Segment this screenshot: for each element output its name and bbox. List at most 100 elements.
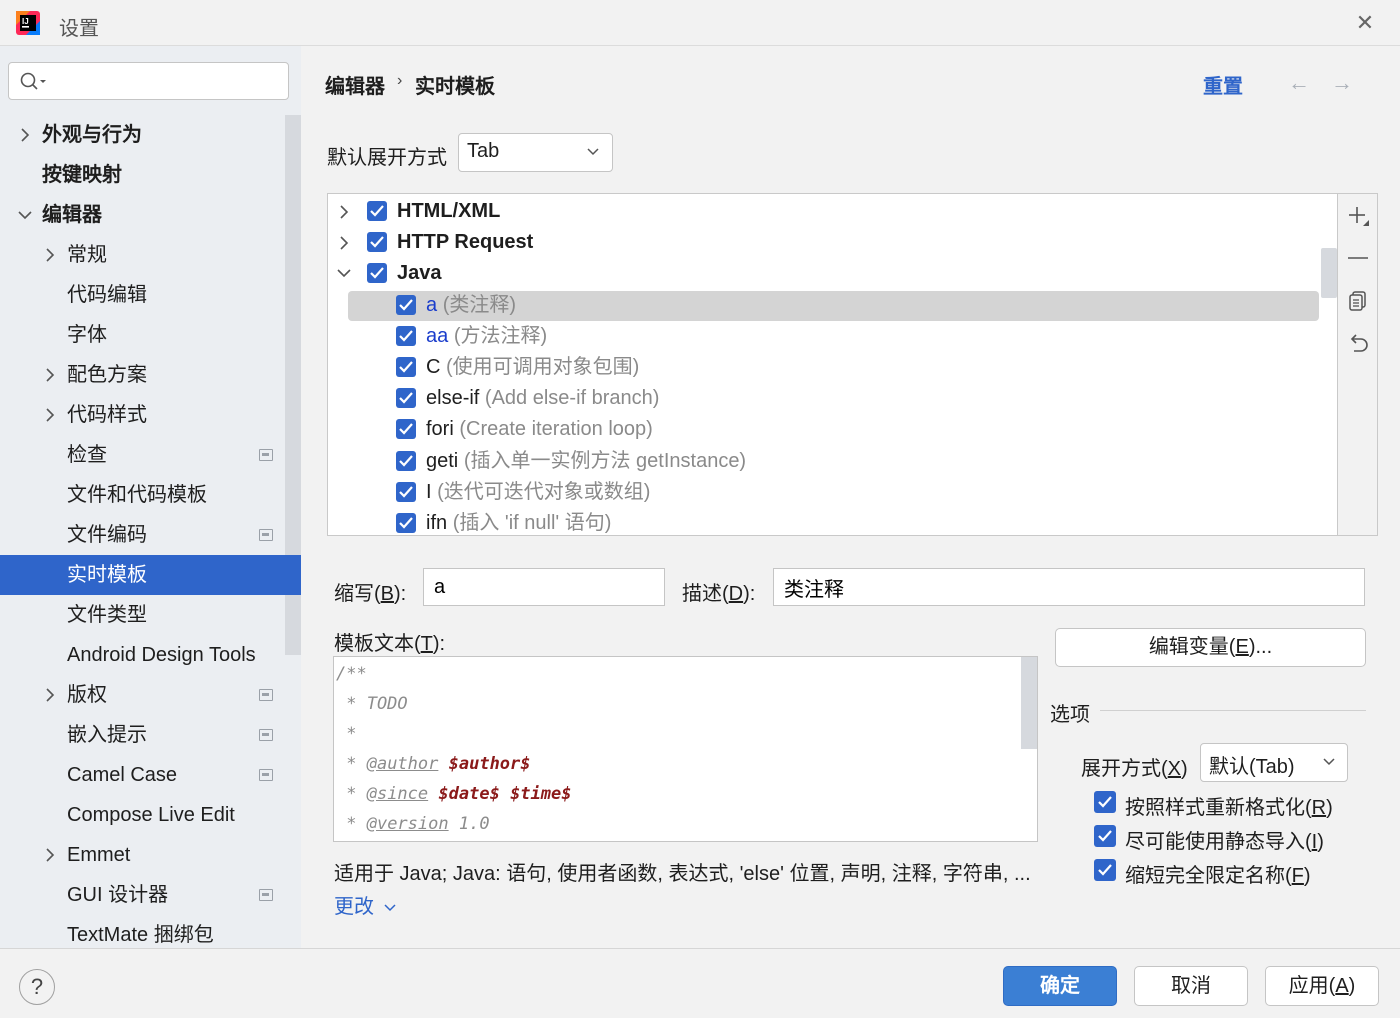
copy-icon[interactable] — [1346, 289, 1370, 313]
sidebar-item[interactable]: Android Design Tools — [0, 635, 301, 675]
chevron-right-icon[interactable] — [42, 355, 58, 395]
sidebar-item[interactable]: 版权 — [0, 675, 301, 715]
sidebar-item[interactable]: 代码样式 — [0, 395, 301, 435]
editor-line: /** — [336, 664, 367, 684]
chevron-right-icon[interactable] — [42, 675, 58, 715]
sidebar-item-label: GUI 设计器 — [67, 884, 169, 906]
template-row[interactable]: aa (方法注释) — [328, 321, 1337, 352]
dialog-footer: ? 确定 取消 应用(A) — [0, 948, 1400, 1018]
description-field[interactable] — [773, 568, 1365, 606]
template-checkbox[interactable] — [396, 513, 416, 533]
remove-icon[interactable] — [1346, 246, 1370, 270]
template-checkbox[interactable] — [367, 201, 387, 221]
forward-arrow-icon[interactable]: → — [1331, 70, 1353, 96]
window-title: 设置 — [59, 18, 99, 40]
edit-variables-button[interactable]: 编辑变量(E)... — [1055, 628, 1366, 667]
settings-search-input[interactable] — [51, 67, 281, 95]
template-row[interactable]: I (迭代可迭代对象或数组) — [328, 477, 1337, 508]
close-icon[interactable]: ✕ — [1352, 10, 1378, 36]
sidebar-item[interactable]: 配色方案 — [0, 355, 301, 395]
description-input[interactable] — [774, 569, 1364, 605]
editor-line: * @author $author$ — [336, 754, 531, 774]
template-name: a (类注释) — [426, 290, 516, 321]
ok-button[interactable]: 确定 — [1003, 966, 1117, 1006]
description-label: 描述(D): — [682, 583, 756, 605]
chevron-right-icon[interactable] — [42, 235, 58, 275]
template-row[interactable]: else-if (Add else-if branch) — [328, 383, 1337, 414]
chevron-right-icon[interactable] — [42, 395, 58, 435]
sidebar-item[interactable]: 代码编辑 — [0, 275, 301, 315]
shorten-fq-names-checkbox[interactable] — [1094, 859, 1116, 881]
template-group-row[interactable]: HTML/XML — [328, 196, 1337, 227]
template-name: else-if (Add else-if branch) — [426, 383, 659, 414]
sidebar-item[interactable]: 常规 — [0, 235, 301, 275]
project-scope-icon — [259, 529, 273, 541]
sidebar-item[interactable]: 编辑器 — [0, 195, 301, 235]
template-row[interactable]: geti (插入单一实例方法 getInstance) — [328, 446, 1337, 477]
template-name: Java — [397, 258, 442, 289]
template-checkbox[interactable] — [367, 232, 387, 253]
default-expand-label: 默认展开方式 — [327, 147, 447, 169]
back-arrow-icon[interactable]: ← — [1288, 70, 1310, 96]
sidebar-item[interactable]: 实时模板 — [0, 555, 301, 595]
template-text-editor[interactable]: /** * TODO * * @author $author$ * @since… — [333, 656, 1038, 842]
sidebar-item[interactable]: 按键映射 — [0, 155, 301, 195]
template-checkbox[interactable] — [396, 481, 416, 502]
abbreviation-field[interactable] — [423, 568, 665, 606]
sidebar-item[interactable]: Compose Live Edit — [0, 795, 301, 835]
template-checkbox[interactable] — [396, 388, 416, 409]
list-scrollbar[interactable] — [1321, 248, 1337, 298]
chevron-right-icon[interactable] — [42, 835, 58, 875]
template-checkbox[interactable] — [396, 325, 416, 346]
static-import-checkbox[interactable] — [1094, 825, 1116, 847]
sidebar-item[interactable]: 文件类型 — [0, 595, 301, 635]
template-checkbox[interactable] — [396, 294, 416, 315]
template-name: HTTP Request — [397, 227, 533, 258]
template-row[interactable]: a (类注释) — [328, 290, 1337, 321]
chevron-right-icon[interactable] — [17, 115, 33, 155]
reformat-checkbox[interactable] — [1094, 791, 1116, 813]
template-checkbox[interactable] — [396, 419, 416, 440]
template-abbreviation: HTTP Request — [397, 231, 534, 254]
sidebar-item[interactable]: 文件和代码模板 — [0, 475, 301, 515]
template-row[interactable]: ifn (插入 'if null' 语句) — [328, 508, 1337, 535]
add-icon[interactable] — [1346, 204, 1370, 228]
sidebar-item[interactable]: 嵌入提示 — [0, 715, 301, 755]
template-name: aa (方法注释) — [426, 321, 547, 352]
template-group-row[interactable]: HTTP Request — [328, 227, 1337, 258]
template-abbreviation: a — [426, 293, 438, 316]
template-checkbox[interactable] — [367, 263, 387, 284]
restore-icon[interactable] — [1346, 331, 1370, 355]
apply-button[interactable]: 应用(A) — [1265, 966, 1379, 1006]
sidebar-item[interactable]: GUI 设计器 — [0, 875, 301, 915]
list-toolbar — [1338, 193, 1378, 536]
reset-link[interactable]: 重置 — [1203, 70, 1243, 99]
chevron-down-icon[interactable] — [336, 258, 352, 289]
template-checkbox[interactable] — [396, 357, 416, 377]
template-description: (方法注释) — [453, 324, 548, 347]
sidebar-item[interactable]: 字体 — [0, 315, 301, 355]
sidebar-item[interactable]: Emmet — [0, 835, 301, 875]
help-icon[interactable]: ? — [19, 969, 55, 1005]
chevron-right-icon[interactable] — [336, 227, 352, 258]
chevron-right-icon[interactable] — [336, 196, 352, 227]
cancel-button[interactable]: 取消 — [1134, 966, 1248, 1006]
chevron-down-icon[interactable] — [17, 195, 33, 235]
sidebar-item[interactable]: 文件编码 — [0, 515, 301, 555]
sidebar-item-label: 字体 — [67, 324, 107, 346]
sidebar-item[interactable]: Camel Case — [0, 755, 301, 795]
template-name: C (使用可调用对象包围) — [426, 352, 639, 383]
default-expand-select[interactable]: Tab — [458, 133, 613, 172]
expand-with-select[interactable]: 默认(Tab) — [1200, 743, 1348, 782]
template-checkbox[interactable] — [396, 450, 416, 471]
applicable-contexts-text: 适用于 Java; Java: 语句, 使用者函数, 表达式, 'else' 位… — [334, 863, 1031, 885]
sidebar-item[interactable]: 外观与行为 — [0, 115, 301, 155]
editor-scrollbar[interactable] — [1021, 657, 1037, 749]
settings-search-box[interactable] — [8, 62, 289, 100]
abbreviation-input[interactable] — [424, 569, 664, 605]
sidebar-item[interactable]: 检查 — [0, 435, 301, 475]
template-row[interactable]: fori (Create iteration loop) — [328, 414, 1337, 445]
change-contexts-link[interactable]: 更改 — [334, 890, 396, 919]
template-group-row[interactable]: Java — [328, 258, 1337, 289]
template-row[interactable]: C (使用可调用对象包围) — [328, 352, 1337, 383]
